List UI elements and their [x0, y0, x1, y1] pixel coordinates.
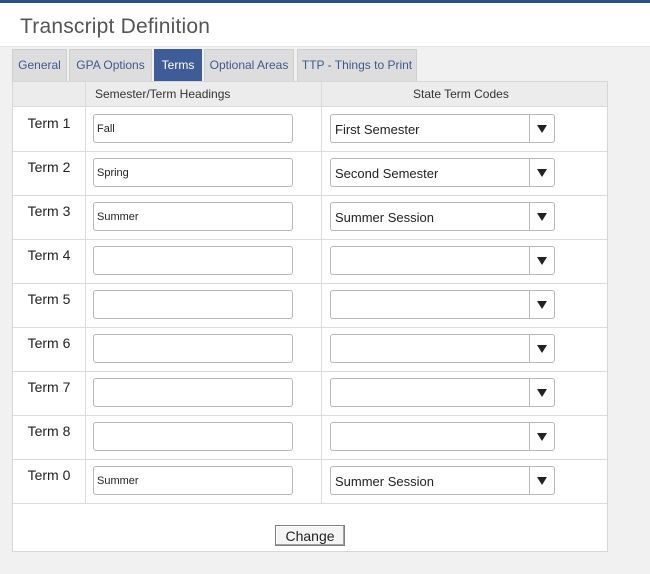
state-term-code-select[interactable]: First Semester [330, 114, 555, 143]
change-button[interactable]: Change [275, 525, 345, 546]
term-heading-input[interactable] [93, 158, 293, 187]
term-heading-input[interactable] [93, 114, 293, 143]
term-heading-input[interactable] [93, 246, 293, 275]
tab-optional-areas[interactable]: Optional Areas [204, 49, 294, 81]
term-label: Term 1 [27, 115, 71, 131]
chevron-down-icon [537, 389, 547, 397]
state-term-code-select[interactable]: Summer Session [330, 202, 555, 231]
term-label: Term 2 [27, 159, 71, 175]
tab-terms[interactable]: Terms [154, 49, 202, 81]
state-term-code-select[interactable] [330, 246, 555, 275]
state-term-code-value: Second Semester [335, 166, 439, 181]
dropdown-button[interactable] [529, 379, 554, 406]
state-term-code-select[interactable] [330, 290, 555, 319]
term-label: Term 5 [27, 291, 71, 307]
term-label: Term 4 [27, 247, 71, 263]
chevron-down-icon [537, 433, 547, 441]
state-term-code-select[interactable] [330, 422, 555, 451]
state-term-code-select[interactable]: Second Semester [330, 158, 555, 187]
term-label: Term 8 [27, 423, 71, 439]
dropdown-button[interactable] [529, 159, 554, 186]
state-term-code-select[interactable] [330, 378, 555, 407]
table-row: Term 6 [13, 328, 607, 372]
table-row: Term 8 [13, 416, 607, 460]
column-header-headings: Semester/Term Headings [95, 87, 231, 101]
term-label: Term 6 [27, 335, 71, 351]
term-heading-input[interactable] [93, 202, 293, 231]
table-row: Term 3 Summer Session [13, 196, 607, 240]
term-heading-input[interactable] [93, 290, 293, 319]
state-term-code-value: First Semester [335, 122, 420, 137]
chevron-down-icon [537, 477, 547, 485]
table-row: Term 5 [13, 284, 607, 328]
term-heading-input[interactable] [93, 334, 293, 363]
tab-gpa-options[interactable]: GPA Options [69, 49, 152, 81]
form-footer: Change [13, 504, 607, 551]
state-term-code-select[interactable] [330, 334, 555, 363]
table-header: Semester/Term Headings State Term Codes [13, 82, 607, 107]
term-heading-input[interactable] [93, 466, 293, 495]
dropdown-button[interactable] [529, 115, 554, 142]
column-header-codes: State Term Codes [413, 87, 509, 101]
page-title: Transcript Definition [20, 15, 211, 38]
chevron-down-icon [537, 213, 547, 221]
term-heading-input[interactable] [93, 422, 293, 451]
chevron-down-icon [537, 125, 547, 133]
table-row: Term 1 First Semester [13, 108, 607, 152]
dropdown-button[interactable] [529, 335, 554, 362]
tab-general[interactable]: General [12, 49, 67, 81]
table-row: Term 2 Second Semester [13, 152, 607, 196]
table-row: Term 4 [13, 240, 607, 284]
dropdown-button[interactable] [529, 203, 554, 230]
chevron-down-icon [537, 345, 547, 353]
dropdown-button[interactable] [529, 247, 554, 274]
chevron-down-icon [537, 169, 547, 177]
page-header: Transcript Definition [0, 3, 650, 47]
chevron-down-icon [537, 257, 547, 265]
table-row: Term 7 [13, 372, 607, 416]
term-label: Term 7 [27, 379, 71, 395]
dropdown-button[interactable] [529, 291, 554, 318]
term-heading-input[interactable] [93, 378, 293, 407]
state-term-code-value: Summer Session [335, 210, 434, 225]
dropdown-button[interactable] [529, 467, 554, 494]
state-term-code-value: Summer Session [335, 474, 434, 489]
table-row: Term 0 Summer Session [13, 460, 607, 504]
terms-table: Semester/Term Headings State Term Codes … [12, 81, 608, 552]
term-label: Term 3 [27, 203, 71, 219]
chevron-down-icon [537, 301, 547, 309]
term-label: Term 0 [27, 467, 71, 483]
state-term-code-select[interactable]: Summer Session [330, 466, 555, 495]
dropdown-button[interactable] [529, 423, 554, 450]
tab-things-to-print[interactable]: TTP - Things to Print [297, 49, 417, 81]
